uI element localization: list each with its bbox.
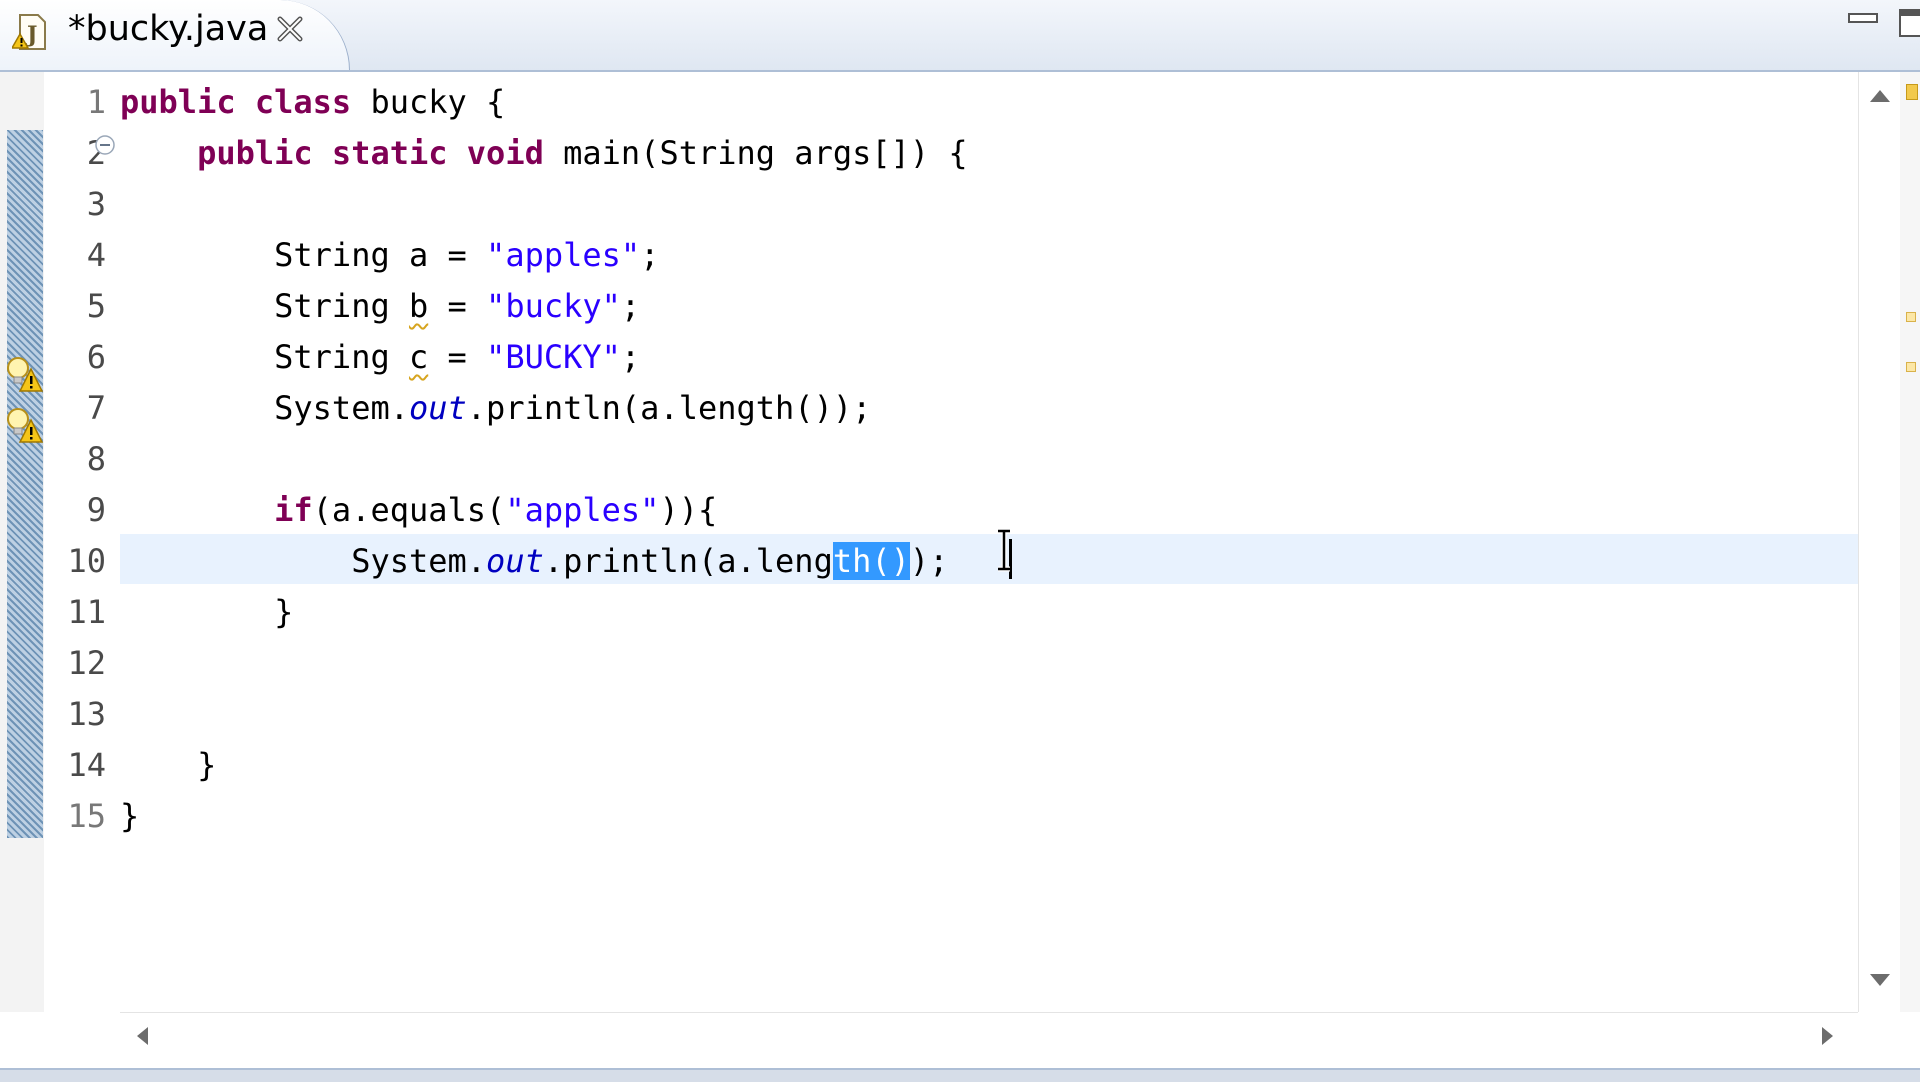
code-token: =: [428, 338, 487, 376]
overview-warning-indicator[interactable]: [1906, 84, 1918, 100]
code-token: if: [274, 491, 313, 529]
line-number: 5: [86, 287, 106, 325]
close-icon[interactable]: [275, 14, 305, 44]
line-number: 14: [67, 746, 106, 784]
code-token: )){: [659, 491, 718, 529]
horizontal-scrollbar[interactable]: [120, 1012, 1858, 1055]
tab-title: *bucky.java: [68, 9, 269, 49]
code-line[interactable]: public static void main(String args[]) {: [120, 133, 968, 173]
line-number: 15: [67, 797, 106, 835]
code-editor[interactable]: 1 2 3 4 5 6 7 8 9 10 11 12 13 14 15 public class bucky…: [0, 72, 1920, 1072]
code-token: System.: [120, 542, 487, 580]
code-line[interactable]: }: [120, 796, 139, 836]
line-number: 7: [86, 389, 106, 427]
code-line[interactable]: System.out.println(a.length());: [120, 541, 948, 581]
code-token: .println(a.length());: [466, 389, 872, 427]
code-token: (a.equals(: [312, 491, 506, 529]
vertical-scrollbar[interactable]: [1858, 72, 1901, 1012]
code-token: );: [909, 542, 949, 580]
code-token: class: [254, 83, 352, 121]
selected-text: th(): [832, 542, 910, 580]
scroll-up-arrow-icon[interactable]: [1868, 86, 1892, 104]
warning-lightbulb-icon[interactable]: [5, 406, 43, 444]
code-token: ;: [620, 287, 641, 325]
line-number: 6: [86, 338, 106, 376]
code-token: main(String args[]) {: [543, 134, 968, 172]
line-number: 3: [86, 185, 106, 223]
code-line[interactable]: String c = "BUCKY";: [120, 337, 640, 377]
code-token: bucky {: [351, 83, 506, 121]
scroll-right-arrow-icon[interactable]: [1820, 1025, 1836, 1047]
code-token: =: [428, 287, 487, 325]
code-token: "apples": [505, 491, 660, 529]
code-token: String: [120, 287, 409, 325]
warning-lightbulb-icon[interactable]: [5, 355, 43, 393]
code-token: ;: [640, 236, 660, 274]
line-number: 12: [67, 644, 106, 682]
code-token: void: [466, 134, 544, 172]
line-number: 4: [86, 236, 106, 274]
code-token: b: [408, 287, 429, 325]
line-number: 1: [86, 83, 106, 121]
code-token: ;: [620, 338, 641, 376]
line-number: 11: [67, 593, 106, 631]
code-token: "apples": [486, 236, 641, 274]
code-line[interactable]: String a = "apples";: [120, 235, 659, 275]
line-number: 9: [86, 491, 106, 529]
code-token: static: [331, 134, 448, 172]
code-line[interactable]: }: [120, 745, 216, 785]
code-token: String a =: [120, 236, 487, 274]
scroll-down-arrow-icon[interactable]: [1868, 972, 1892, 990]
overview-warning-mark[interactable]: [1906, 312, 1916, 322]
scroll-left-arrow-icon[interactable]: [134, 1025, 150, 1047]
code-token: out: [408, 389, 467, 427]
line-number-gutter: 1 2 3 4 5 6 7 8 9 10 11 12 13 14 15: [44, 72, 120, 1012]
overview-ruler[interactable]: [1900, 72, 1920, 1012]
line-number: 8: [86, 440, 106, 478]
code-token: c: [408, 338, 429, 376]
code-line[interactable]: if(a.equals("apples")){: [120, 490, 717, 530]
line-number: 13: [67, 695, 106, 733]
code-token: .println(a.leng: [543, 542, 833, 580]
code-token: out: [486, 542, 544, 580]
code-token: public: [197, 134, 313, 172]
code-token: }: [120, 746, 217, 784]
code-token: "bucky": [486, 287, 621, 325]
code-token: }: [120, 593, 294, 631]
code-line[interactable]: public class bucky {: [120, 82, 505, 122]
minimize-icon[interactable]: [1848, 8, 1878, 28]
maximize-icon[interactable]: [1898, 8, 1920, 38]
code-token: System.: [120, 389, 409, 427]
code-area[interactable]: public class bucky { public static void …: [120, 72, 1860, 1012]
code-token: "BUCKY": [486, 338, 621, 376]
code-token: public: [120, 83, 236, 121]
code-line[interactable]: }: [120, 592, 293, 632]
ibeam-cursor-icon: [998, 528, 1010, 572]
code-line[interactable]: System.out.println(a.length());: [120, 388, 871, 428]
annotation-ruler: [0, 72, 45, 1012]
editor-tab-bar: J *bucky.java: [0, 0, 1920, 72]
fold-collapse-icon[interactable]: [94, 134, 116, 156]
quick-diff-change-bar: [7, 130, 43, 838]
code-token: String: [120, 338, 409, 376]
editor-tab-bucky-java[interactable]: J *bucky.java: [0, 0, 350, 70]
overview-warning-mark[interactable]: [1906, 362, 1916, 372]
code-token: }: [120, 797, 140, 835]
svg-text:J: J: [25, 22, 37, 48]
code-line[interactable]: String b = "bucky";: [120, 286, 640, 326]
line-number: 10: [67, 542, 106, 580]
java-file-warning-icon: J: [12, 14, 46, 50]
